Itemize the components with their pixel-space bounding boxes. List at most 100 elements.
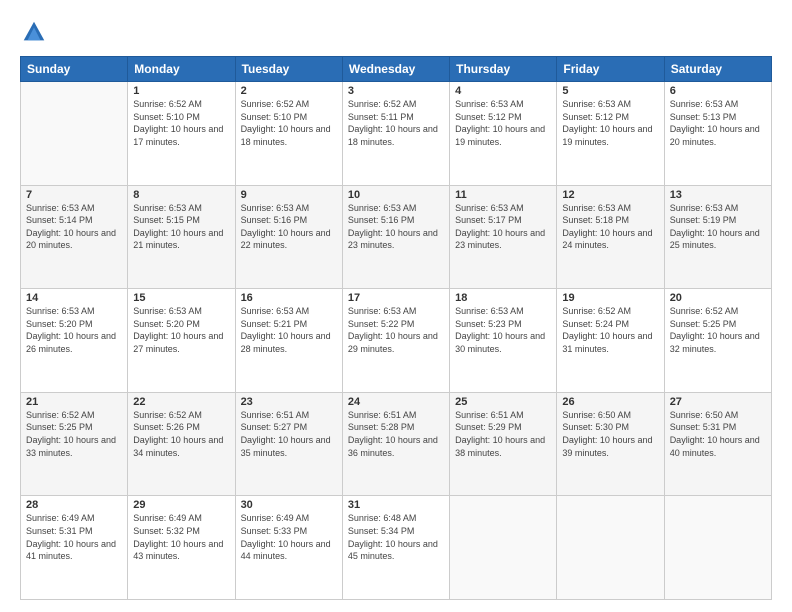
day-number: 15 bbox=[133, 292, 229, 304]
day-info: Sunrise: 6:52 AMSunset: 5:24 PMDaylight:… bbox=[562, 305, 658, 355]
calendar-cell: 6 Sunrise: 6:53 AMSunset: 5:13 PMDayligh… bbox=[664, 82, 771, 186]
day-number: 8 bbox=[133, 189, 229, 201]
day-info: Sunrise: 6:51 AMSunset: 5:28 PMDaylight:… bbox=[348, 409, 444, 459]
day-number: 1 bbox=[133, 85, 229, 97]
day-info: Sunrise: 6:53 AMSunset: 5:22 PMDaylight:… bbox=[348, 305, 444, 355]
page-header bbox=[20, 18, 772, 46]
day-info: Sunrise: 6:52 AMSunset: 5:25 PMDaylight:… bbox=[670, 305, 766, 355]
day-info: Sunrise: 6:50 AMSunset: 5:31 PMDaylight:… bbox=[670, 409, 766, 459]
day-info: Sunrise: 6:53 AMSunset: 5:23 PMDaylight:… bbox=[455, 305, 551, 355]
day-number: 27 bbox=[670, 396, 766, 408]
day-number: 18 bbox=[455, 292, 551, 304]
day-info: Sunrise: 6:50 AMSunset: 5:30 PMDaylight:… bbox=[562, 409, 658, 459]
day-info: Sunrise: 6:53 AMSunset: 5:12 PMDaylight:… bbox=[455, 98, 551, 148]
day-number: 30 bbox=[241, 499, 337, 511]
calendar-cell: 12 Sunrise: 6:53 AMSunset: 5:18 PMDaylig… bbox=[557, 185, 664, 289]
weekday-header: Monday bbox=[128, 57, 235, 82]
weekday-header: Friday bbox=[557, 57, 664, 82]
day-number: 29 bbox=[133, 499, 229, 511]
day-info: Sunrise: 6:53 AMSunset: 5:12 PMDaylight:… bbox=[562, 98, 658, 148]
weekday-header: Tuesday bbox=[235, 57, 342, 82]
day-info: Sunrise: 6:53 AMSunset: 5:17 PMDaylight:… bbox=[455, 202, 551, 252]
calendar-cell: 22 Sunrise: 6:52 AMSunset: 5:26 PMDaylig… bbox=[128, 392, 235, 496]
day-info: Sunrise: 6:53 AMSunset: 5:16 PMDaylight:… bbox=[348, 202, 444, 252]
day-number: 25 bbox=[455, 396, 551, 408]
weekday-row: SundayMondayTuesdayWednesdayThursdayFrid… bbox=[21, 57, 772, 82]
logo bbox=[20, 18, 52, 46]
calendar-cell: 11 Sunrise: 6:53 AMSunset: 5:17 PMDaylig… bbox=[450, 185, 557, 289]
day-info: Sunrise: 6:51 AMSunset: 5:27 PMDaylight:… bbox=[241, 409, 337, 459]
day-number: 16 bbox=[241, 292, 337, 304]
day-number: 4 bbox=[455, 85, 551, 97]
calendar-cell: 14 Sunrise: 6:53 AMSunset: 5:20 PMDaylig… bbox=[21, 289, 128, 393]
calendar-week-row: 7 Sunrise: 6:53 AMSunset: 5:14 PMDayligh… bbox=[21, 185, 772, 289]
day-number: 5 bbox=[562, 85, 658, 97]
calendar-cell: 3 Sunrise: 6:52 AMSunset: 5:11 PMDayligh… bbox=[342, 82, 449, 186]
calendar-cell: 2 Sunrise: 6:52 AMSunset: 5:10 PMDayligh… bbox=[235, 82, 342, 186]
day-info: Sunrise: 6:52 AMSunset: 5:10 PMDaylight:… bbox=[133, 98, 229, 148]
calendar-page: SundayMondayTuesdayWednesdayThursdayFrid… bbox=[0, 0, 792, 612]
calendar-cell: 30 Sunrise: 6:49 AMSunset: 5:33 PMDaylig… bbox=[235, 496, 342, 600]
calendar-week-row: 28 Sunrise: 6:49 AMSunset: 5:31 PMDaylig… bbox=[21, 496, 772, 600]
day-number: 10 bbox=[348, 189, 444, 201]
calendar-cell: 17 Sunrise: 6:53 AMSunset: 5:22 PMDaylig… bbox=[342, 289, 449, 393]
weekday-header: Sunday bbox=[21, 57, 128, 82]
day-number: 26 bbox=[562, 396, 658, 408]
calendar-cell: 20 Sunrise: 6:52 AMSunset: 5:25 PMDaylig… bbox=[664, 289, 771, 393]
calendar-cell: 7 Sunrise: 6:53 AMSunset: 5:14 PMDayligh… bbox=[21, 185, 128, 289]
day-info: Sunrise: 6:52 AMSunset: 5:10 PMDaylight:… bbox=[241, 98, 337, 148]
calendar-cell: 9 Sunrise: 6:53 AMSunset: 5:16 PMDayligh… bbox=[235, 185, 342, 289]
calendar-cell: 10 Sunrise: 6:53 AMSunset: 5:16 PMDaylig… bbox=[342, 185, 449, 289]
calendar-cell: 16 Sunrise: 6:53 AMSunset: 5:21 PMDaylig… bbox=[235, 289, 342, 393]
day-number: 23 bbox=[241, 396, 337, 408]
calendar-table: SundayMondayTuesdayWednesdayThursdayFrid… bbox=[20, 56, 772, 600]
calendar-cell: 8 Sunrise: 6:53 AMSunset: 5:15 PMDayligh… bbox=[128, 185, 235, 289]
day-number: 20 bbox=[670, 292, 766, 304]
day-number: 21 bbox=[26, 396, 122, 408]
calendar-header: SundayMondayTuesdayWednesdayThursdayFrid… bbox=[21, 57, 772, 82]
day-number: 6 bbox=[670, 85, 766, 97]
day-number: 19 bbox=[562, 292, 658, 304]
day-number: 24 bbox=[348, 396, 444, 408]
day-number: 3 bbox=[348, 85, 444, 97]
day-info: Sunrise: 6:53 AMSunset: 5:19 PMDaylight:… bbox=[670, 202, 766, 252]
calendar-cell bbox=[664, 496, 771, 600]
calendar-cell: 27 Sunrise: 6:50 AMSunset: 5:31 PMDaylig… bbox=[664, 392, 771, 496]
calendar-cell: 29 Sunrise: 6:49 AMSunset: 5:32 PMDaylig… bbox=[128, 496, 235, 600]
weekday-header: Wednesday bbox=[342, 57, 449, 82]
day-info: Sunrise: 6:53 AMSunset: 5:16 PMDaylight:… bbox=[241, 202, 337, 252]
day-info: Sunrise: 6:49 AMSunset: 5:31 PMDaylight:… bbox=[26, 512, 122, 562]
day-info: Sunrise: 6:52 AMSunset: 5:26 PMDaylight:… bbox=[133, 409, 229, 459]
day-number: 11 bbox=[455, 189, 551, 201]
day-info: Sunrise: 6:53 AMSunset: 5:21 PMDaylight:… bbox=[241, 305, 337, 355]
day-number: 12 bbox=[562, 189, 658, 201]
day-info: Sunrise: 6:53 AMSunset: 5:14 PMDaylight:… bbox=[26, 202, 122, 252]
day-number: 31 bbox=[348, 499, 444, 511]
calendar-week-row: 1 Sunrise: 6:52 AMSunset: 5:10 PMDayligh… bbox=[21, 82, 772, 186]
day-info: Sunrise: 6:52 AMSunset: 5:25 PMDaylight:… bbox=[26, 409, 122, 459]
calendar-cell: 24 Sunrise: 6:51 AMSunset: 5:28 PMDaylig… bbox=[342, 392, 449, 496]
day-info: Sunrise: 6:53 AMSunset: 5:15 PMDaylight:… bbox=[133, 202, 229, 252]
calendar-week-row: 14 Sunrise: 6:53 AMSunset: 5:20 PMDaylig… bbox=[21, 289, 772, 393]
day-number: 17 bbox=[348, 292, 444, 304]
day-number: 7 bbox=[26, 189, 122, 201]
weekday-header: Saturday bbox=[664, 57, 771, 82]
calendar-cell: 21 Sunrise: 6:52 AMSunset: 5:25 PMDaylig… bbox=[21, 392, 128, 496]
day-info: Sunrise: 6:53 AMSunset: 5:20 PMDaylight:… bbox=[26, 305, 122, 355]
day-number: 14 bbox=[26, 292, 122, 304]
day-info: Sunrise: 6:49 AMSunset: 5:33 PMDaylight:… bbox=[241, 512, 337, 562]
logo-icon bbox=[20, 18, 48, 46]
day-info: Sunrise: 6:48 AMSunset: 5:34 PMDaylight:… bbox=[348, 512, 444, 562]
day-number: 9 bbox=[241, 189, 337, 201]
calendar-cell: 25 Sunrise: 6:51 AMSunset: 5:29 PMDaylig… bbox=[450, 392, 557, 496]
calendar-cell: 13 Sunrise: 6:53 AMSunset: 5:19 PMDaylig… bbox=[664, 185, 771, 289]
calendar-cell: 5 Sunrise: 6:53 AMSunset: 5:12 PMDayligh… bbox=[557, 82, 664, 186]
day-info: Sunrise: 6:53 AMSunset: 5:20 PMDaylight:… bbox=[133, 305, 229, 355]
day-info: Sunrise: 6:49 AMSunset: 5:32 PMDaylight:… bbox=[133, 512, 229, 562]
day-info: Sunrise: 6:53 AMSunset: 5:13 PMDaylight:… bbox=[670, 98, 766, 148]
calendar-cell: 19 Sunrise: 6:52 AMSunset: 5:24 PMDaylig… bbox=[557, 289, 664, 393]
calendar-cell: 1 Sunrise: 6:52 AMSunset: 5:10 PMDayligh… bbox=[128, 82, 235, 186]
calendar-cell: 26 Sunrise: 6:50 AMSunset: 5:30 PMDaylig… bbox=[557, 392, 664, 496]
day-number: 2 bbox=[241, 85, 337, 97]
calendar-week-row: 21 Sunrise: 6:52 AMSunset: 5:25 PMDaylig… bbox=[21, 392, 772, 496]
